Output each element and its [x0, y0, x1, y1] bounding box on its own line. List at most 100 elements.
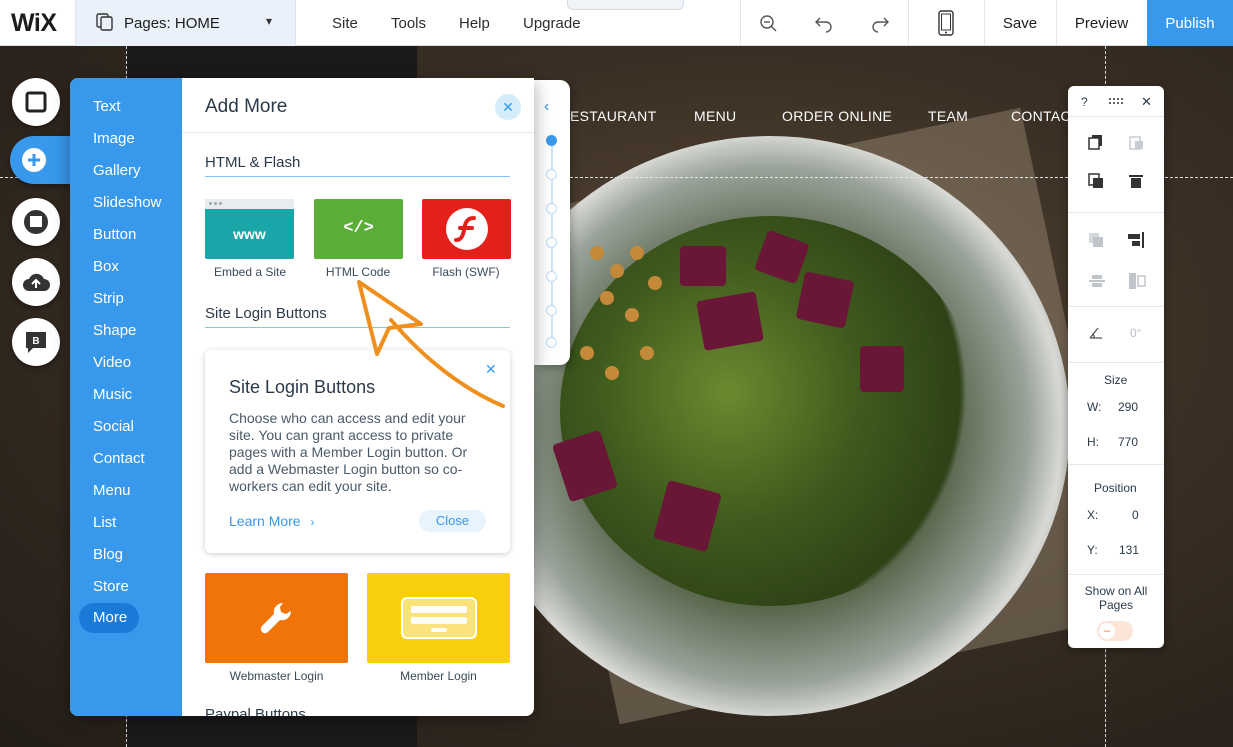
food-detail — [580, 346, 594, 360]
menu-tools[interactable]: Tools — [391, 15, 426, 32]
scroll-dot[interactable] — [546, 203, 557, 214]
member-login-tile[interactable] — [367, 573, 510, 663]
scroll-dot[interactable] — [546, 135, 557, 146]
divider — [740, 0, 741, 46]
food-detail — [600, 291, 614, 305]
embed-site-tile[interactable]: www — [205, 199, 294, 259]
divider — [1068, 306, 1164, 307]
tile-label-member-login: Member Login — [400, 669, 477, 683]
divider — [908, 0, 909, 46]
inspector-panel: ? ✕ 0° Size W: 290 H: 770 Position X: 0 … — [1068, 86, 1164, 648]
upload-button[interactable] — [12, 258, 60, 306]
height-value[interactable]: 770 — [1118, 435, 1138, 449]
undo-icon[interactable] — [813, 12, 835, 34]
login-form-icon — [401, 597, 477, 639]
close-icon[interactable]: ✕ — [1141, 94, 1152, 110]
chevron-left-icon[interactable]: ‹ — [544, 98, 549, 116]
section-title-html-flash: HTML & Flash — [205, 154, 301, 171]
background-button[interactable] — [12, 78, 60, 126]
x-value[interactable]: 0 — [1132, 508, 1139, 522]
zoom-out-icon[interactable] — [757, 12, 779, 34]
scroll-dot[interactable] — [546, 237, 557, 248]
copy-icon[interactable] — [1088, 134, 1104, 150]
panel-title: Add More — [205, 96, 288, 117]
site-nav-menu[interactable]: MENU — [694, 108, 736, 124]
distribute-icon — [1089, 275, 1105, 287]
redo-icon[interactable] — [869, 12, 891, 34]
blog-button[interactable]: B — [12, 318, 60, 366]
duplicate-icon[interactable] — [1088, 173, 1104, 189]
align-right-icon[interactable] — [1126, 230, 1146, 250]
collapse-toolbar-tab[interactable]: ⌃ — [567, 0, 684, 10]
info-close-button[interactable]: Close — [419, 510, 486, 532]
scroll-dot[interactable] — [546, 337, 557, 348]
scroll-dot[interactable] — [546, 169, 557, 180]
blog-icon: B — [26, 332, 46, 353]
app-market-button[interactable] — [12, 198, 60, 246]
add-button[interactable] — [10, 136, 70, 184]
learn-more-link[interactable]: Learn More › — [229, 513, 314, 529]
preview-button[interactable]: Preview — [1056, 0, 1147, 46]
category-store[interactable]: Store — [93, 578, 129, 595]
wix-logo[interactable]: WiX — [11, 9, 57, 38]
category-more-label: More — [93, 609, 128, 626]
width-value[interactable]: 290 — [1118, 400, 1138, 414]
category-list-item[interactable]: List — [93, 514, 116, 531]
svg-text:B: B — [32, 336, 39, 347]
category-strip[interactable]: Strip — [93, 290, 124, 307]
match-size-icon — [1129, 273, 1146, 289]
browser-bar — [205, 199, 294, 209]
section-scroller: ‹ — [534, 80, 570, 365]
y-value[interactable]: 131 — [1119, 543, 1139, 557]
show-on-all-pages-label: Show on All Pages — [1084, 584, 1148, 612]
save-button[interactable]: Save — [984, 0, 1056, 46]
html-code-tile[interactable]: </> — [314, 199, 403, 259]
mobile-view-icon[interactable] — [935, 10, 957, 36]
webmaster-login-tile[interactable] — [205, 573, 348, 663]
category-text[interactable]: Text — [93, 98, 121, 115]
flash-tile[interactable] — [422, 199, 511, 259]
wrench-icon — [260, 602, 292, 634]
category-gallery[interactable]: Gallery — [93, 162, 141, 179]
toggle-off-icon: – — [1099, 623, 1115, 639]
delete-icon[interactable] — [1128, 173, 1144, 189]
category-image[interactable]: Image — [93, 130, 135, 147]
food-detail — [610, 264, 624, 278]
paste-icon[interactable] — [1128, 134, 1144, 150]
scroll-dot[interactable] — [546, 271, 557, 282]
www-icon: www — [233, 226, 266, 242]
show-on-all-pages-toggle[interactable]: – — [1097, 621, 1133, 641]
category-shape[interactable]: Shape — [93, 322, 136, 339]
close-icon[interactable]: ✕ — [495, 94, 521, 120]
chevron-down-icon: ▾ — [266, 14, 273, 28]
category-contact[interactable]: Contact — [93, 450, 145, 467]
category-music[interactable]: Music — [93, 386, 132, 403]
category-more[interactable]: More — [79, 603, 139, 633]
category-menu[interactable]: Menu — [93, 482, 131, 499]
site-nav-order-online[interactable]: ORDER ONLINE — [782, 108, 892, 124]
y-label: Y: — [1087, 543, 1098, 557]
category-slideshow[interactable]: Slideshow — [93, 194, 161, 211]
category-social[interactable]: Social — [93, 418, 134, 435]
pages-dropdown[interactable]: Pages: HOME ▾ — [75, 0, 296, 46]
menu-upgrade[interactable]: Upgrade — [523, 15, 581, 32]
drag-handle-icon[interactable] — [1108, 97, 1124, 105]
category-button[interactable]: Button — [93, 226, 136, 243]
scroll-dot[interactable] — [546, 305, 557, 316]
category-blog[interactable]: Blog — [93, 546, 123, 563]
publish-button[interactable]: Publish — [1147, 0, 1233, 46]
site-nav-restaurant[interactable]: ESTAURANT — [570, 108, 656, 124]
help-icon[interactable]: ? — [1081, 95, 1088, 109]
category-box[interactable]: Box — [93, 258, 119, 275]
angle-value[interactable]: 0° — [1130, 326, 1141, 340]
rotate-icon[interactable] — [1088, 326, 1104, 340]
site-nav-team[interactable]: TEAM — [928, 108, 968, 124]
size-title: Size — [1104, 373, 1128, 387]
menu-help[interactable]: Help — [459, 15, 490, 32]
food-detail — [795, 271, 855, 329]
chevron-right-icon: › — [310, 515, 315, 529]
menu-site[interactable]: Site — [332, 15, 358, 32]
info-card-body: Choose who can access and edit your site… — [229, 410, 468, 494]
category-video[interactable]: Video — [93, 354, 131, 371]
chevron-up-icon: ⌃ — [620, 0, 631, 8]
